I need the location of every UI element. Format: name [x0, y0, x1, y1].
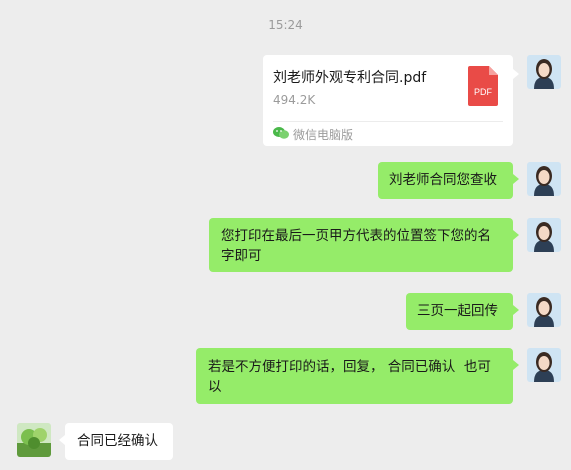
file-source: 微信电脑版 — [273, 126, 353, 143]
message-text-line: 以 — [208, 379, 222, 395]
file-message-card[interactable]: 刘老师外观专利合同.pdf 494.2K PDF 微信电脑版 — [263, 55, 519, 146]
message-text-line: 您打印在最后一页甲方代表的位置签下您的名 — [221, 228, 491, 244]
file-source-label: 微信电脑版 — [293, 128, 354, 142]
received-message[interactable]: 合同已经确认 — [59, 423, 173, 460]
chat-timestamp: 15:24 — [268, 18, 303, 32]
sent-message[interactable]: 若是不方便打印的话，回复， 合同已确认 也可 以 — [196, 348, 519, 404]
my-avatar[interactable] — [527, 293, 561, 327]
contact-avatar[interactable] — [17, 423, 51, 457]
sent-message[interactable]: 您打印在最后一页甲方代表的位置签下您的名 字即可 — [209, 218, 519, 272]
file-size: 494.2K — [273, 93, 316, 107]
my-avatar[interactable] — [527, 55, 561, 89]
message-text: 三页一起回传 — [417, 303, 498, 319]
message-text-line: 若是不方便打印的话，回复， 合同已确认 也可 — [208, 359, 491, 375]
my-avatar[interactable] — [527, 348, 561, 382]
message-text: 刘老师合同您查收 — [389, 172, 497, 188]
file-name: 刘老师外观专利合同.pdf — [273, 70, 427, 86]
sent-message[interactable]: 三页一起回传 — [406, 293, 519, 330]
message-text: 合同已经确认 — [77, 433, 158, 449]
sent-message[interactable]: 刘老师合同您查收 — [378, 162, 519, 199]
my-avatar[interactable] — [527, 162, 561, 196]
wechat-icon — [273, 126, 289, 143]
pdf-file-icon: PDF — [468, 66, 498, 110]
my-avatar[interactable] — [527, 218, 561, 252]
pdf-icon-label: PDF — [474, 87, 493, 97]
message-text-line: 字即可 — [221, 248, 262, 264]
file-card-divider — [273, 121, 503, 122]
